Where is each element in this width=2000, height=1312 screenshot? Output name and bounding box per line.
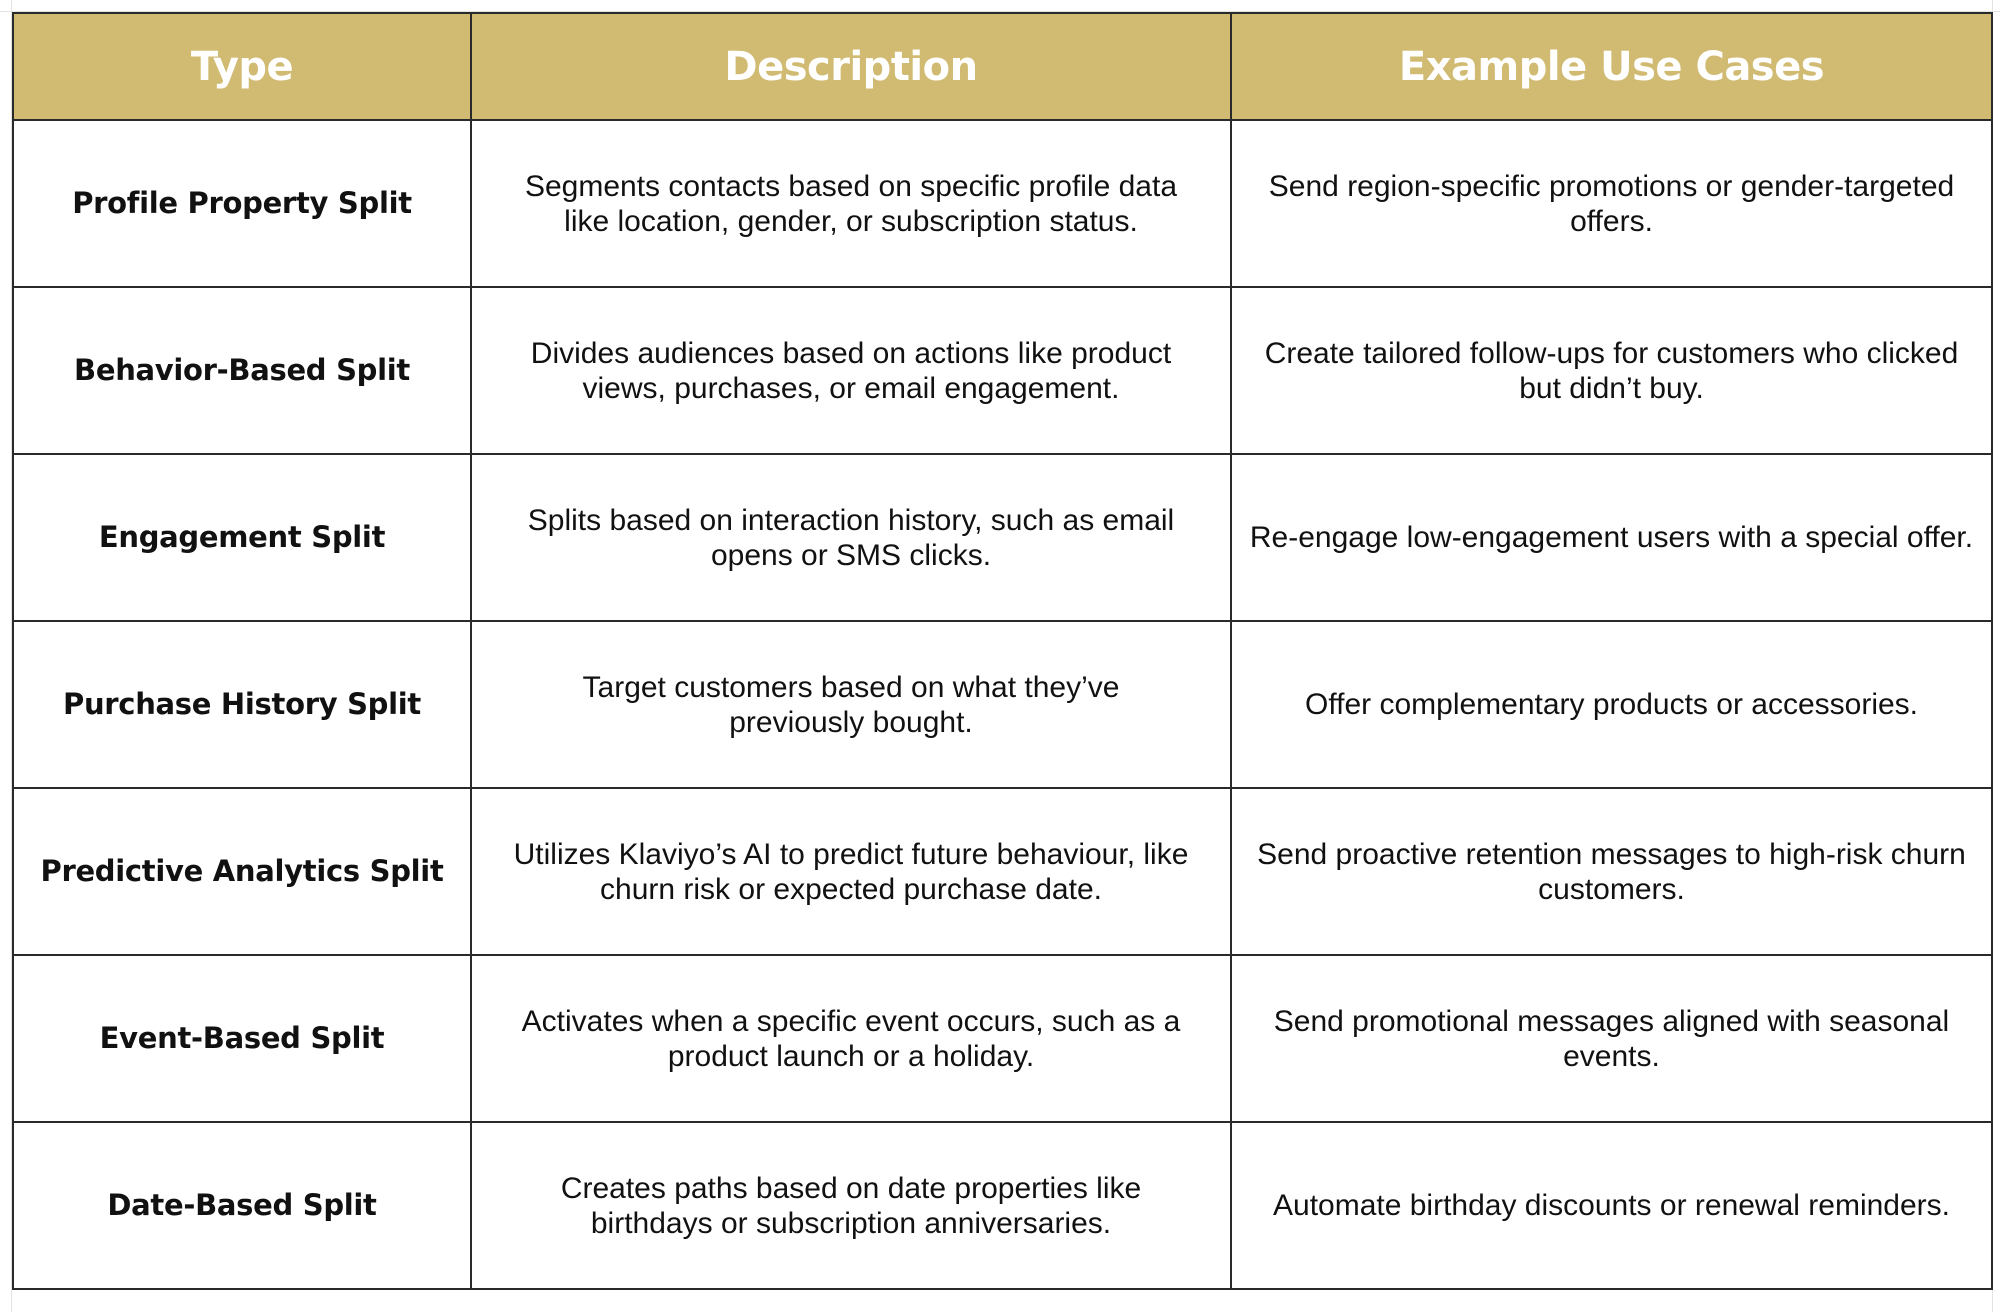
use-case-cell: Offer complementary products or accessor…	[1230, 620, 1993, 789]
table-row: Event-Based Split Activates when a speci…	[12, 954, 1993, 1123]
table-row: Behavior-Based Split Divides audiences b…	[12, 286, 1993, 455]
description-cell: Activates when a specific event occurs, …	[470, 954, 1232, 1123]
type-cell: Predictive Analytics Split	[12, 787, 472, 956]
use-case-cell: Re-engage low-engagement users with a sp…	[1230, 453, 1993, 622]
table-row: Engagement Split Splits based on interac…	[12, 453, 1993, 622]
table-row: Date-Based Split Creates paths based on …	[12, 1121, 1993, 1290]
use-case-cell: Send promotional messages aligned with s…	[1230, 954, 1993, 1123]
type-cell: Behavior-Based Split	[12, 286, 472, 455]
column-header-type: Type	[12, 12, 472, 121]
description-cell: Divides audiences based on actions like …	[470, 286, 1232, 455]
description-cell: Splits based on interaction history, suc…	[470, 453, 1232, 622]
type-cell: Profile Property Split	[12, 119, 472, 288]
use-case-cell: Automate birthday discounts or renewal r…	[1230, 1121, 1993, 1290]
description-cell: Segments contacts based on specific prof…	[470, 119, 1232, 288]
use-case-cell: Send region-specific promotions or gende…	[1230, 119, 1993, 288]
table-row: Predictive Analytics Split Utilizes Klav…	[12, 787, 1993, 956]
description-cell: Creates paths based on date properties l…	[470, 1121, 1232, 1290]
table-row: Profile Property Split Segments contacts…	[12, 119, 1993, 288]
description-cell: Utilizes Klaviyo’s AI to predict future …	[470, 787, 1232, 956]
use-case-cell: Send proactive retention messages to hig…	[1230, 787, 1993, 956]
column-header-description: Description	[470, 12, 1232, 121]
table-row: Purchase History Split Target customers …	[12, 620, 1993, 789]
column-header-example-use-cases: Example Use Cases	[1230, 12, 1993, 121]
split-types-table: Type Description Example Use Cases Profi…	[12, 12, 1993, 1290]
type-cell: Event-Based Split	[12, 954, 472, 1123]
type-cell: Engagement Split	[12, 453, 472, 622]
type-cell: Date-Based Split	[12, 1121, 472, 1290]
use-case-cell: Create tailored follow-ups for customers…	[1230, 286, 1993, 455]
type-cell: Purchase History Split	[12, 620, 472, 789]
table-header-row: Type Description Example Use Cases	[12, 12, 1993, 121]
description-cell: Target customers based on what they’ve p…	[470, 620, 1232, 789]
